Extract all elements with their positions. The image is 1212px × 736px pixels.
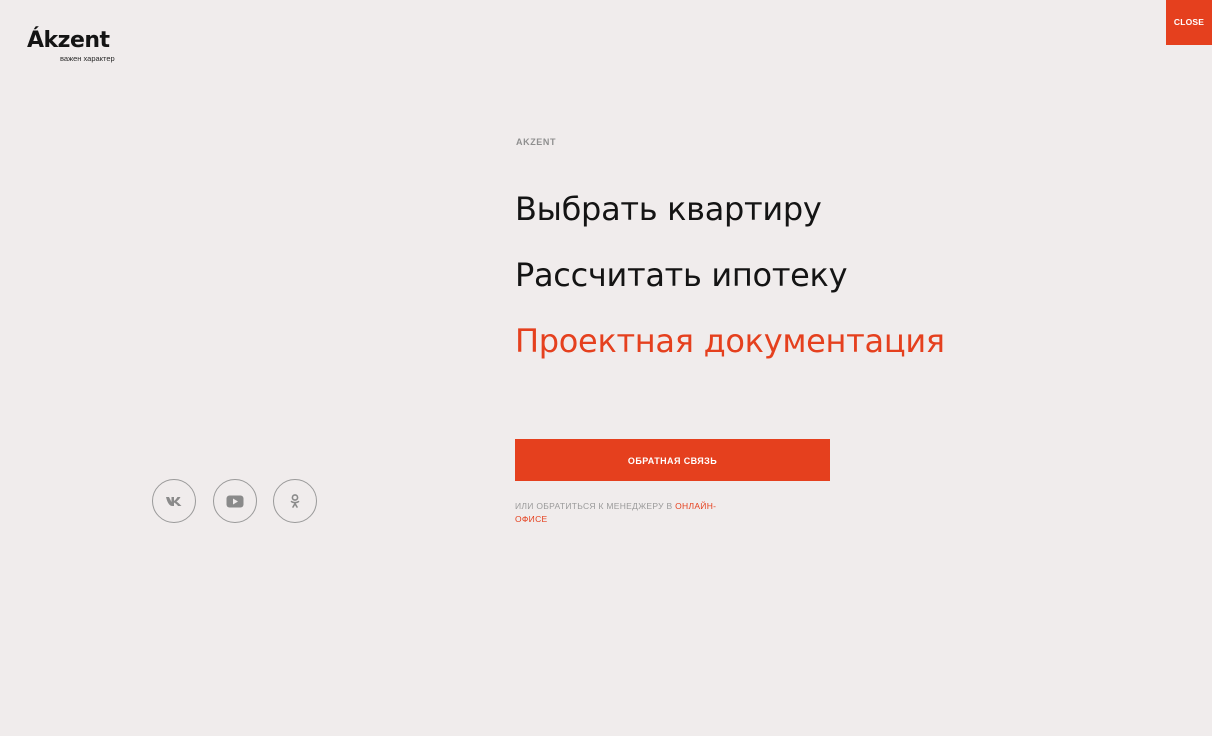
menu-item-choose-apartment[interactable]: Выбрать квартиру [515,187,945,231]
feedback-button[interactable]: ОБРАТНАЯ СВЯЗЬ [515,439,830,481]
close-button[interactable]: CLOSE [1166,0,1212,45]
odnoklassniki-icon [290,494,300,508]
main-menu: Выбрать квартиру Рассчитать ипотеку Прое… [515,187,945,385]
youtube-button[interactable] [213,479,257,523]
menu-eyebrow: AKZENT [516,137,557,147]
vk-button[interactable] [152,479,196,523]
logo-tagline: важен характер [60,54,115,63]
manager-note-text: ИЛИ ОБРАТИТЬСЯ К МЕНЕДЖЕРУ В [515,501,673,511]
odnoklassniki-button[interactable] [273,479,317,523]
menu-item-project-documentation[interactable]: Проектная документация [515,319,945,363]
youtube-icon [226,495,244,507]
manager-note: ИЛИ ОБРАТИТЬСЯ К МЕНЕДЖЕРУ В ОНЛАЙН-ОФИС… [515,500,745,526]
vk-icon [166,497,182,506]
logo[interactable]: Ákzent важен характер [27,28,137,68]
logo-wordmark: Ákzent [27,28,110,53]
menu-item-mortgage-calculator[interactable]: Рассчитать ипотеку [515,253,945,297]
